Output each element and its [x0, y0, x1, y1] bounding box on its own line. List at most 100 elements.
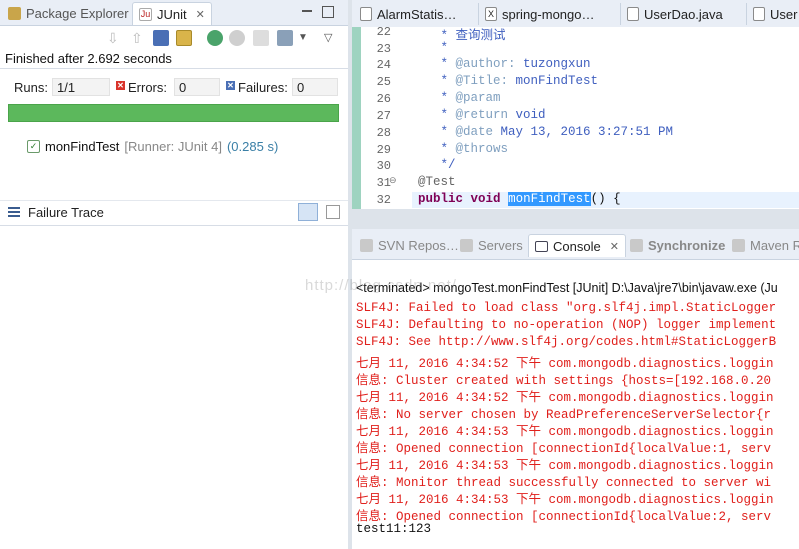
- tab-label: Servers: [478, 237, 523, 253]
- tab-label: Maven R: [750, 237, 799, 253]
- line-number: 25: [376, 75, 391, 89]
- junit-view: Package Explorer Ju JUnit ✕ ⇩ ⇧ ▼ ▽ Fini…: [0, 0, 348, 549]
- close-icon[interactable]: ✕: [196, 8, 205, 21]
- line-number: 23: [376, 42, 391, 56]
- editor-tab-alarmstatis[interactable]: AlarmStatis…: [354, 3, 462, 25]
- next-failure-icon[interactable]: ⇩: [107, 30, 123, 46]
- junit-toolbar: ⇩ ⇧ ▼ ▽: [0, 26, 348, 50]
- console-line: test11:123: [356, 522, 432, 536]
- compare-result-icon[interactable]: [326, 205, 340, 219]
- tab-synchronize[interactable]: Synchronize: [630, 234, 725, 256]
- console-icon: [535, 240, 548, 252]
- code-line: */: [418, 158, 456, 172]
- console-line: SLF4J: See http://www.slf4j.org/codes.ht…: [356, 335, 777, 349]
- test-time: (0.285 s): [226, 138, 279, 154]
- java-file-icon: [360, 7, 372, 21]
- tab-svn-repositories[interactable]: SVN Repos…: [360, 234, 459, 256]
- code-text: void: [508, 108, 546, 122]
- code-text: *: [418, 125, 456, 139]
- console-tab-bar: SVN Repos… Servers Console ✕ Synchronize…: [352, 229, 799, 260]
- divider: [0, 68, 348, 69]
- line-number: 32: [376, 193, 391, 207]
- finished-text: Finished after 2.692 seconds: [5, 51, 172, 66]
- tab-label: Synchronize: [648, 237, 726, 253]
- editor-tab-spring-mongo[interactable]: X spring-mongo…: [478, 3, 601, 25]
- tab-console[interactable]: Console ✕: [528, 234, 626, 257]
- javadoc-tag: @return: [455, 108, 509, 122]
- line-number: 26: [376, 92, 391, 106]
- tab-label: JUnit: [157, 6, 187, 22]
- tab-junit[interactable]: Ju JUnit ✕: [132, 2, 212, 25]
- watermark: http://blog.csdn.net/: [305, 277, 457, 294]
- line-number: 27: [376, 109, 391, 123]
- javadoc-tag: @param: [455, 91, 501, 105]
- tab-label: UserDao.java: [644, 6, 723, 22]
- rerun-test-icon[interactable]: [207, 30, 223, 46]
- tab-maven-repositories[interactable]: Maven R: [732, 234, 799, 256]
- show-failures-only-icon[interactable]: [153, 30, 169, 46]
- code-line: * @date May 13, 2016 3:27:51 PM: [418, 125, 674, 139]
- rerun-failures-first-icon[interactable]: [229, 30, 245, 46]
- stop-icon[interactable]: [253, 30, 269, 46]
- test-passed-icon: ✓: [27, 139, 40, 153]
- errors-label: Errors:: [128, 80, 167, 95]
- selected-method-name: monFindTest: [508, 192, 591, 206]
- code-line: *: [418, 41, 449, 55]
- filter-stack-trace-icon[interactable]: [298, 203, 318, 221]
- line-number: 31: [376, 176, 391, 190]
- editor-tab-userdao[interactable]: UserDao.java: [620, 3, 729, 25]
- failure-trace-label: Failure Trace: [28, 205, 104, 220]
- synchronize-icon: [630, 238, 643, 252]
- test-tree-item[interactable]: ✓ monFindTest [Runner: JUnit 4] (0.285 s…: [27, 137, 278, 155]
- tab-label: Console: [553, 238, 601, 254]
- minimize-icon[interactable]: [302, 6, 312, 12]
- view-menu-icon[interactable]: ▽: [324, 30, 340, 46]
- code-text: *: [418, 142, 456, 156]
- errors-value: 0: [174, 78, 220, 96]
- previous-failure-icon[interactable]: ⇧: [131, 30, 147, 46]
- code-text: tuzongxun: [515, 57, 591, 71]
- tab-servers[interactable]: Servers: [460, 234, 523, 256]
- pane-splitter[interactable]: [352, 209, 799, 229]
- failure-icon: ✕: [226, 81, 235, 90]
- java-file-icon: [753, 7, 765, 21]
- code-line: * @return void: [418, 108, 546, 122]
- tab-label: Package Explorer: [26, 5, 129, 21]
- failure-trace-icon: [8, 207, 20, 217]
- code-line: * @author: tuzongxun: [418, 57, 591, 71]
- javadoc-tag: @Title:: [455, 74, 509, 88]
- junit-icon: Ju: [139, 7, 152, 21]
- error-icon: ✕: [116, 81, 125, 90]
- line-number: 29: [376, 143, 391, 157]
- scroll-lock-icon[interactable]: [176, 30, 192, 46]
- code-editor[interactable]: 22 23 24 25 26 27 28 29 30 31 32 ⊖ * 查询测…: [352, 27, 799, 209]
- runs-label: Runs:: [14, 80, 48, 95]
- history-dropdown-icon[interactable]: ▼: [298, 30, 314, 46]
- line-number: 30: [376, 159, 391, 173]
- test-name: monFindTest: [45, 138, 120, 154]
- code-line: * @param: [418, 91, 501, 105]
- test-runner: [Runner: JUnit 4]: [124, 138, 222, 154]
- failures-label: Failures:: [238, 80, 288, 95]
- console-output[interactable]: <terminated> mongoTest.monFindTest [JUni…: [352, 260, 799, 549]
- java-file-icon: [627, 7, 639, 21]
- tab-label: User: [770, 6, 798, 22]
- test-run-history-icon[interactable]: [277, 30, 293, 46]
- tab-package-explorer[interactable]: Package Explorer: [2, 2, 135, 24]
- maximize-icon[interactable]: [322, 6, 334, 18]
- javadoc-tag: @throws: [455, 142, 509, 156]
- xml-file-icon: X: [485, 7, 497, 21]
- close-icon[interactable]: ✕: [610, 240, 619, 253]
- tab-label: SVN Repos…: [378, 237, 459, 253]
- line-number: 24: [376, 58, 391, 72]
- editor-tab-user[interactable]: User: [746, 3, 799, 25]
- code-text: *: [418, 74, 456, 88]
- code-text: () {: [590, 192, 621, 206]
- code-text: *: [418, 57, 456, 71]
- tab-label: AlarmStatis…: [377, 6, 457, 22]
- code-line: @Test: [418, 175, 456, 189]
- line-number: 22: [376, 27, 391, 39]
- code-text: *: [418, 108, 456, 122]
- fold-toggle-icon[interactable]: ⊖: [389, 175, 397, 186]
- code-line: public void monFindTest() {: [418, 192, 621, 206]
